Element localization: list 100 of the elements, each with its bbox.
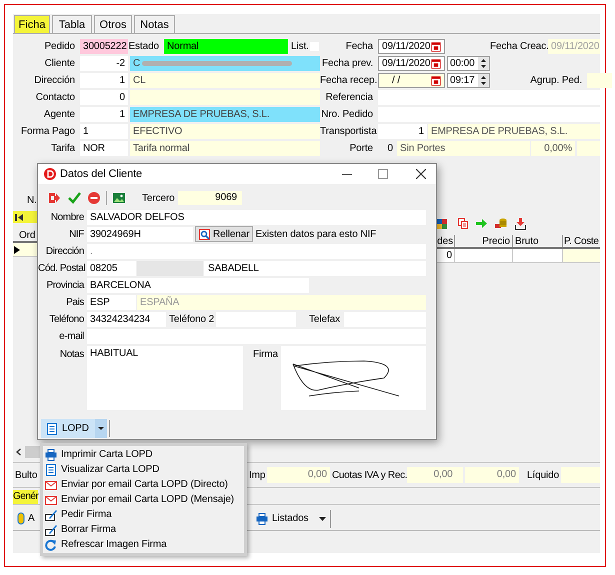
code-field[interactable]: 0 — [80, 90, 128, 105]
date-field[interactable]: 09/11/2020 — [378, 56, 445, 71]
field-label: Fecha prev. — [321, 57, 374, 71]
order-number-field[interactable]: 30005222 — [80, 39, 128, 54]
envelope-icon — [45, 494, 57, 506]
field-label: NIF — [68, 228, 85, 242]
code-field[interactable]: 0 — [378, 141, 396, 156]
field-label: Contacto — [34, 91, 76, 105]
menu-item[interactable]: Refrescar Imagen Firma — [43, 537, 244, 552]
tab[interactable]: Tabla — [52, 15, 92, 33]
tab[interactable]: Ficha — [14, 15, 50, 33]
caret-icon[interactable] — [94, 419, 107, 438]
calendar-icon[interactable] — [431, 42, 441, 52]
code-field[interactable]: 1 — [378, 124, 427, 139]
code-field[interactable]: -2 — [80, 56, 128, 71]
field-label: Estado — [128, 40, 160, 54]
search-icon — [199, 228, 210, 240]
date-field[interactable]: 09/11/2020 — [378, 39, 445, 54]
name-field[interactable]: EFECTIVO — [130, 124, 320, 139]
menu-item[interactable]: Borrar Firma — [43, 522, 244, 537]
refresh-icon — [45, 538, 57, 550]
image-icon[interactable] — [113, 193, 125, 203]
calendar-icon[interactable] — [431, 58, 441, 68]
status-field[interactable]: Normal — [164, 39, 288, 54]
check-icon[interactable] — [68, 192, 81, 204]
input-field[interactable]: SABADELL — [204, 261, 426, 276]
menu-item[interactable]: Enviar por email Carta LOPD (Directo) — [43, 477, 244, 492]
amount-field[interactable]: 0,00 — [407, 467, 463, 483]
tab[interactable]: Otros — [94, 15, 132, 33]
amount-field[interactable]: 0,00 — [464, 467, 519, 483]
input-field[interactable]: . — [87, 244, 426, 259]
caret-icon[interactable] — [319, 516, 326, 520]
name-field[interactable]: CL — [130, 73, 320, 88]
field-label: Transportista — [320, 125, 378, 139]
printer-icon — [45, 448, 57, 460]
copy-icon[interactable] — [458, 218, 468, 229]
field-label: Líquido — [526, 468, 560, 482]
code-field[interactable]: NOR — [80, 141, 128, 156]
tab[interactable]: Notas — [134, 15, 175, 33]
pen-icon — [45, 524, 57, 536]
toolbar-label[interactable]: A — [28, 511, 35, 526]
input-field[interactable]: BARCELONA — [87, 278, 309, 293]
first-record-icon[interactable] — [15, 212, 24, 222]
rellenar-button[interactable]: Rellenar — [195, 226, 254, 242]
field-label: Nombre — [50, 211, 85, 225]
code-field[interactable]: 1 — [80, 107, 128, 122]
table-row[interactable] — [13, 243, 37, 257]
menu-item[interactable]: Imprimir Carta LOPD — [43, 447, 244, 462]
calendar-icon[interactable] — [431, 76, 441, 86]
tiles-icon[interactable] — [437, 218, 447, 228]
field-label: Cuotas IVA y Rec. — [330, 468, 408, 482]
scrollbar-thumb[interactable] — [25, 446, 40, 458]
table-cell — [563, 249, 600, 262]
download-icon[interactable] — [515, 218, 526, 230]
menu-item[interactable]: Visualizar Carta LOPD — [43, 462, 244, 477]
input-field[interactable] — [587, 73, 612, 88]
field-label: Fecha recep. — [320, 74, 378, 88]
paperclip-icon[interactable] — [17, 512, 25, 525]
field-label: N. — [27, 195, 37, 207]
input-field[interactable] — [137, 261, 203, 276]
field-label: Fecha Creac. — [490, 40, 548, 54]
maximize-icon[interactable] — [378, 169, 388, 179]
field-label: Cliente — [44, 57, 76, 71]
code-field[interactable]: 9069 — [178, 191, 242, 205]
field-label: Dirección — [44, 245, 85, 259]
input-field[interactable]: 08205 — [87, 261, 136, 276]
document-icon — [45, 464, 57, 476]
field-label: Cód. Postal — [38, 262, 86, 276]
coins-icon[interactable] — [495, 218, 507, 229]
field-label: Pais — [65, 296, 85, 310]
name-field[interactable]: EMPRESA DE PRUEBAS, S.L. — [428, 124, 600, 139]
input-field[interactable]: 34324234234 — [87, 312, 166, 327]
name-field[interactable]: EMPRESA DE PRUEBAS, S.L. — [130, 107, 320, 122]
menu-item[interactable]: Pedir Firma — [43, 507, 244, 522]
input-field[interactable]: ESP — [87, 295, 136, 310]
notes-field[interactable]: HABITUAL — [87, 346, 243, 410]
lopd-button[interactable]: LOPD — [41, 419, 95, 438]
input-field[interactable] — [577, 141, 600, 156]
amount-field[interactable] — [560, 467, 600, 483]
amount-field[interactable]: 0,00 — [266, 467, 330, 483]
column-header: Bruto — [513, 235, 563, 247]
field-label: Fecha — [344, 40, 374, 54]
date-field[interactable]: / / — [378, 73, 445, 88]
document-icon — [47, 422, 57, 434]
exit-icon[interactable] — [48, 192, 60, 204]
printer-icon — [256, 512, 268, 524]
stop-icon[interactable] — [88, 192, 100, 204]
listados-button[interactable]: Listados — [253, 508, 312, 528]
name-field[interactable]: C — [130, 56, 320, 71]
percent-field[interactable]: 0,00% — [531, 141, 575, 156]
input-field[interactable]: SALVADOR DELFOS — [87, 210, 426, 225]
table-cell: 0 — [437, 249, 455, 262]
menu-item[interactable]: Enviar por email Carta LOPD (Mensaje) — [43, 492, 244, 507]
name-field[interactable]: Tarifa normal — [130, 141, 320, 156]
close-icon[interactable] — [416, 169, 426, 179]
code-field[interactable]: 1 — [80, 124, 128, 139]
code-field[interactable]: 1 — [80, 73, 128, 88]
input-field[interactable]: 39024969H — [87, 227, 193, 242]
name-field[interactable]: Sin Portes — [397, 141, 530, 156]
envelope-icon — [45, 478, 57, 490]
